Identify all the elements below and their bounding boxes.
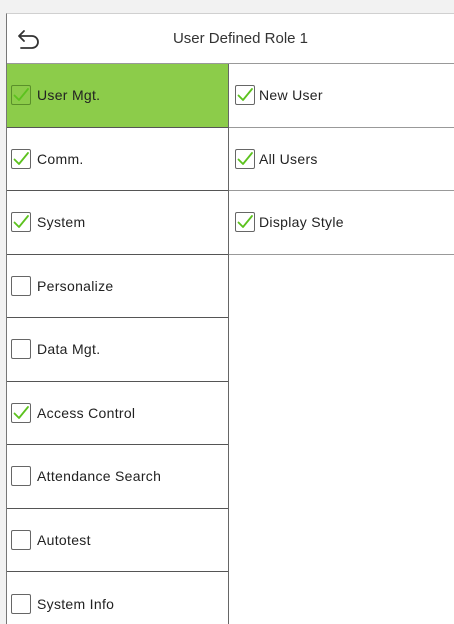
checkmark-icon [237,215,253,229]
category-item-comm[interactable]: Comm. [7,128,228,191]
category-item-system-info[interactable]: System Info [7,572,228,624]
category-item-system[interactable]: System [7,191,228,255]
checkmark-icon [13,405,29,419]
category-item-user-mgt[interactable]: User Mgt. [7,64,228,128]
category-item-data-mgt[interactable]: Data Mgt. [7,318,228,382]
permission-category-list: User Mgt. Comm. System Personalize Data … [7,64,229,624]
checkmark-icon [13,151,29,165]
checkbox[interactable] [11,148,31,169]
checkbox[interactable] [11,466,31,487]
checkmark-icon [13,88,29,102]
checkbox[interactable] [235,212,255,233]
checkmark-icon [13,215,29,229]
role-settings-screen: User Defined Role 1 User Mgt. Comm. Syst… [6,13,454,624]
subitem-all-users[interactable]: All Users [229,128,454,191]
checkbox[interactable] [11,275,31,296]
checkbox[interactable] [11,85,31,106]
checkbox[interactable] [235,148,255,169]
category-label: Comm. [37,150,84,167]
checkbox[interactable] [11,529,31,550]
category-label: User Mgt. [37,87,101,104]
header-bar: User Defined Role 1 [7,14,454,64]
checkbox[interactable] [11,212,31,233]
category-label: Autotest [37,531,91,548]
checkmark-icon [237,88,253,102]
category-item-attendance-search[interactable]: Attendance Search [7,445,228,509]
subitem-label: Display Style [259,214,344,231]
category-label: Attendance Search [37,468,162,485]
subitem-label: All Users [259,150,318,167]
checkbox[interactable] [11,402,31,423]
page-title: User Defined Role 1 [172,30,309,47]
category-item-access-control[interactable]: Access Control [7,382,228,445]
category-label: Data Mgt. [37,341,101,358]
subitem-display-style[interactable]: Display Style [229,191,454,255]
checkmark-icon [237,151,253,165]
checkbox[interactable] [11,593,31,614]
category-label: System [37,214,86,231]
subitem-label: New User [259,87,323,104]
checkbox[interactable] [235,85,255,106]
category-label: Access Control [37,404,136,421]
checkbox[interactable] [11,339,31,360]
subitem-new-user[interactable]: New User [229,64,454,128]
category-label: System Info [37,595,115,612]
category-label: Personalize [37,277,114,294]
category-item-autotest[interactable]: Autotest [7,509,228,572]
category-item-personalize[interactable]: Personalize [7,255,228,318]
permission-subitem-list: New User All Users Display Style [229,64,454,255]
